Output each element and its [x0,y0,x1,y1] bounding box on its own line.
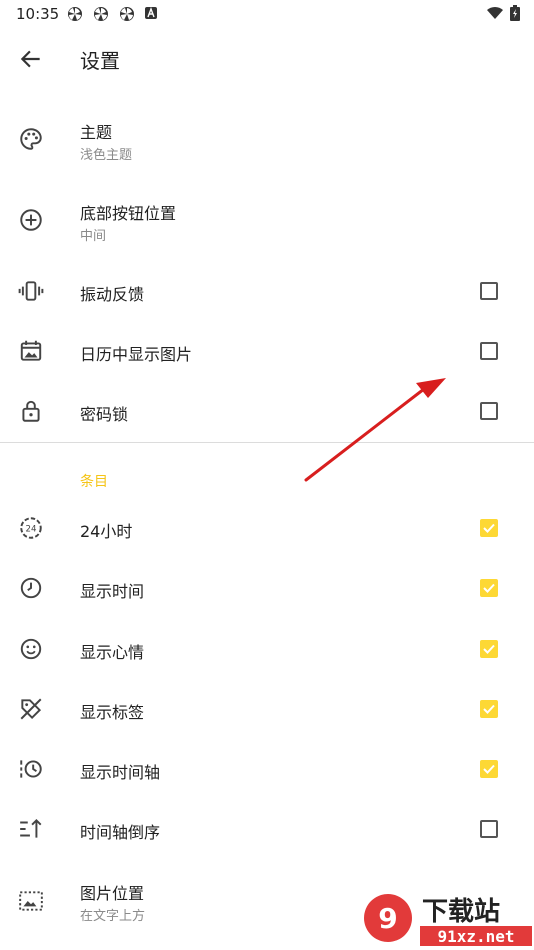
entry-timeline-reverse[interactable]: 时间轴倒序 [0,804,534,854]
show-timeline-checkbox[interactable] [480,760,498,778]
vibration-icon [18,281,44,301]
show-tags-checkbox[interactable] [480,700,498,718]
svg-text:9: 9 [378,902,397,935]
entry-label: 24小时 [80,522,133,541]
status-time: 10:35 [16,5,60,23]
watermark-brand: 下载站 [422,897,500,927]
status-bar: 10:35 [0,0,534,28]
setting-bottom-button-position[interactable]: 底部按钮位置 中间 [0,190,534,250]
entry-label: 显示时间 [80,582,145,601]
24-hour-checkbox[interactable] [480,519,498,537]
timeline-icon [20,760,42,778]
setting-value: 浅色主题 [80,148,133,163]
watermark-logo: 9 下载站 91xz.net [364,894,532,946]
notification-icons [66,6,158,22]
pinwheel-icon [68,7,82,21]
watermark-domain: 91xz.net [437,927,514,946]
vibration-checkbox[interactable] [480,282,498,300]
pinwheel-icon [94,7,108,21]
entry-label: 显示时间轴 [80,763,161,782]
setting-theme[interactable]: 主题 浅色主题 [0,110,534,170]
tag-off-icon [20,698,42,720]
entry-value: 在文字上方 [80,909,146,924]
section-divider [0,442,534,443]
pinwheel-icon [120,7,134,21]
app-bar: 设置 [0,28,534,88]
setting-label: 底部按钮位置 [80,204,177,223]
wifi-icon [487,6,503,19]
entry-24-hour[interactable]: 24 24小时 [0,503,534,553]
show-mood-checkbox[interactable] [480,640,498,658]
setting-calendar-show-image[interactable]: 日历中显示图片 [0,326,534,376]
a-box-icon [145,7,157,19]
setting-vibration-feedback[interactable]: 振动反馈 [0,266,534,316]
setting-label: 密码锁 [80,405,129,424]
add-circle-icon [20,209,42,231]
calendar-image-icon [20,340,42,361]
back-arrow-icon[interactable] [18,46,44,72]
battery-charging-icon [510,5,520,21]
password-lock-checkbox[interactable] [480,402,498,420]
lock-icon [22,400,40,422]
section-title-entries: 条目 [80,474,108,490]
setting-value: 中间 [80,229,107,244]
entry-label: 图片位置 [80,884,145,903]
timeline-reverse-checkbox[interactable] [480,820,498,838]
svg-text:24: 24 [25,524,37,534]
palette-icon [20,128,42,150]
entry-label: 显示标签 [80,703,145,722]
entry-show-mood[interactable]: 显示心情 [0,624,534,674]
calendar-image-checkbox[interactable] [480,342,498,360]
entry-show-timeline[interactable]: 显示时间轴 [0,744,534,794]
entry-show-tags[interactable]: 显示标签 [0,684,534,734]
image-position-icon [19,891,43,911]
clock-icon [20,577,42,599]
setting-label: 振动反馈 [80,285,145,304]
system-icons [486,5,520,21]
entry-label: 显示心情 [80,643,145,662]
setting-label: 日历中显示图片 [80,345,193,364]
setting-label: 主题 [80,123,113,142]
entry-show-time[interactable]: 显示时间 [0,563,534,613]
sort-ascending-icon [20,818,42,838]
smiley-icon [20,638,42,660]
entry-label: 时间轴倒序 [80,823,161,842]
show-time-checkbox[interactable] [480,579,498,597]
page-title: 设置 [80,49,120,73]
setting-password-lock[interactable]: 密码锁 [0,386,534,436]
clock-24-icon: 24 [20,517,42,539]
